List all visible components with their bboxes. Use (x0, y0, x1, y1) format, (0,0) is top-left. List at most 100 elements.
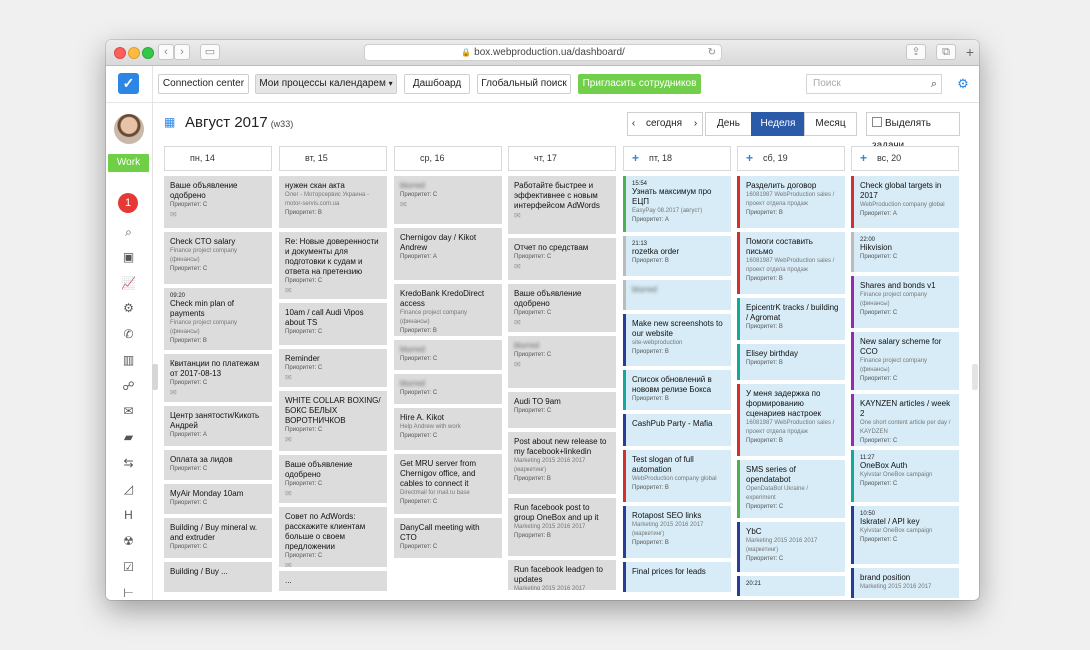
triangle-icon[interactable]: ◿ (118, 479, 139, 499)
task-card[interactable]: Reminder Приоритет: C ✉ (279, 349, 387, 387)
prev-week-button[interactable]: ‹ (627, 112, 639, 136)
task-card[interactable]: Ваше объявление одобрено Приоритет: C ✉ (508, 284, 616, 332)
task-card[interactable]: Make new screenshots to our website site-… (623, 314, 731, 366)
tabs-icon[interactable]: ⧉ (936, 44, 956, 60)
task-card[interactable]: MyAir Monday 10am Приоритет: C (164, 484, 272, 514)
reload-icon[interactable]: ↻ (708, 45, 716, 61)
task-card[interactable]: Check CTO salary Finance project company … (164, 232, 272, 284)
task-card[interactable]: blurred Приоритет: C (394, 340, 502, 370)
week-view-button[interactable]: Неделя (751, 112, 805, 136)
task-card[interactable]: Hire A. Kikot Help Andrew with work Приори… (394, 408, 502, 450)
task-card[interactable]: WHITE COLLAR BOXING/ БОКС БЕЛЫХ ВОРОТНИЧ… (279, 391, 387, 451)
connection-center-button[interactable]: Connection center (158, 74, 249, 94)
task-card[interactable]: CashPub Party - Mafia (623, 414, 731, 446)
task-card[interactable]: Re: Новые доверенности и документы для п… (279, 232, 387, 299)
share-icon[interactable]: ⇪ (906, 44, 926, 60)
task-card[interactable]: Run facebook leadgen to updates Marketing… (508, 560, 616, 590)
task-card[interactable]: ... (279, 571, 387, 591)
task-card[interactable]: YbC Marketing 2015 2016 2017 (маркетинг) П… (737, 522, 845, 572)
task-card[interactable]: Post about new release to my facebook+li… (508, 432, 616, 494)
task-card[interactable]: Check global targets in 2017 WebProductio… (851, 176, 959, 228)
task-card[interactable]: KAYNZEN articles / week 2 One short conte… (851, 394, 959, 446)
calendar-box-icon[interactable]: ▣ (118, 247, 139, 267)
task-card[interactable]: Работайте быстрее и эффективнее с новым … (508, 176, 616, 234)
task-card[interactable]: Final prices for leads (623, 562, 731, 592)
global-search-button[interactable]: Глобальный поиск (477, 74, 571, 94)
search-icon[interactable]: ⌕ (931, 75, 937, 93)
barcode-icon[interactable]: ▥ (118, 350, 139, 370)
minimize-window-button[interactable] (128, 47, 140, 59)
back-button[interactable]: ‹ (158, 44, 174, 60)
app-logo-check-icon[interactable]: ✓ (118, 73, 139, 94)
avatar[interactable] (114, 114, 144, 144)
task-card[interactable]: Совет по AdWords: расскажите клиентам бо… (279, 507, 387, 567)
task-card[interactable]: Помоги составить письмо 16081987 WebProdu… (737, 232, 845, 294)
checkbox-icon[interactable]: ☑ (118, 557, 139, 577)
task-card[interactable]: Список обновлений в нововм релизе Бокса П… (623, 370, 731, 410)
task-card[interactable]: blurred (623, 280, 731, 310)
task-card[interactable]: Run facebook post to group OneBox and up… (508, 498, 616, 556)
user-settings-icon[interactable]: ☍ (118, 376, 139, 396)
mail-icon[interactable]: ✉ (118, 401, 139, 421)
transfer-icon[interactable]: ⇆ (118, 453, 139, 473)
task-card[interactable]: Разделить договор 16081987 WebProduction … (737, 176, 845, 228)
task-card[interactable]: Отчет по средствам Приоритет: C ✉ (508, 238, 616, 280)
task-card[interactable]: blurred Приоритет: C ✉ (394, 176, 502, 224)
forward-button[interactable]: › (174, 44, 190, 60)
right-scroll-handle[interactable] (972, 364, 978, 390)
search-icon[interactable]: ⌕ (118, 222, 139, 242)
phone-icon[interactable]: ✆ (118, 324, 139, 344)
task-card[interactable]: blurred Приоритет: C (394, 374, 502, 404)
task-card[interactable]: Ваше объявление одобрено Приоритет: C ✉ (279, 455, 387, 503)
left-scroll-handle[interactable] (152, 364, 158, 390)
sidebar-toggle-icon[interactable]: ▭ (200, 44, 220, 60)
task-card[interactable]: New salary scheme for CCO Finance project… (851, 332, 959, 390)
task-card[interactable]: 10:50 Iskratel / API key Kyivstar OneBox c… (851, 506, 959, 564)
gear-icon[interactable]: ⚙ (118, 298, 139, 318)
chart-icon[interactable]: 📈 (118, 273, 139, 293)
day-view-button[interactable]: День (705, 112, 752, 136)
task-card[interactable]: Audi TO 9am Приоритет: C (508, 392, 616, 428)
task-card[interactable]: DanyCall meeting with CTO Приоритет: C (394, 518, 502, 558)
highlight-checkbox[interactable] (872, 117, 882, 127)
task-card[interactable]: Elisey birthday Приоритет: B (737, 344, 845, 380)
task-card[interactable]: brand position Marketing 2015 2016 2017 (851, 568, 959, 598)
month-view-button[interactable]: Месяц (804, 112, 857, 136)
add-task-plus-icon[interactable]: + (632, 147, 639, 170)
h-icon[interactable]: H (118, 505, 139, 525)
timeline-icon[interactable]: ⊢ (118, 583, 139, 600)
task-card[interactable]: 22:00 Hikvision Приоритет: C (851, 232, 959, 272)
task-card[interactable]: 11:27 OneBox Auth Kyivstar OneBox campaign… (851, 450, 959, 502)
task-card[interactable]: 21:13 rozetka order Приоритет: B (623, 236, 731, 276)
next-week-button[interactable]: › (689, 112, 703, 136)
task-card[interactable]: Shares and bonds v1 Finance project compa… (851, 276, 959, 328)
task-card[interactable]: 20:21 (737, 576, 845, 596)
task-card[interactable]: 09:20 Check min plan of payments Finance p… (164, 288, 272, 350)
task-card[interactable]: У меня задержка по формированию сценарие… (737, 384, 845, 456)
add-task-plus-icon[interactable]: + (746, 147, 753, 170)
notification-badge[interactable]: 1 (118, 193, 138, 213)
task-card[interactable]: Building / Buy ... (164, 562, 272, 592)
task-card[interactable]: EpicentrK tracks / building / Agromat При… (737, 298, 845, 340)
zoom-window-button[interactable] (142, 47, 154, 59)
radiation-icon[interactable]: ☢ (118, 531, 139, 551)
settings-gear-icon[interactable]: ⚙ (954, 74, 972, 94)
task-card[interactable]: Оплата за лидов Приоритет: C (164, 450, 272, 480)
task-card[interactable]: 10am / call Audi Vipos about TS Приоритет… (279, 303, 387, 345)
task-card[interactable]: Rotapost SEO links Marketing 2015 2016 20… (623, 506, 731, 558)
task-card[interactable]: Get MRU server from Chernigov office, an… (394, 454, 502, 514)
invite-employees-button[interactable]: Пригласить сотрудников (578, 74, 701, 94)
task-card[interactable]: Квитанции по платежам от 2017-08-13 Приор… (164, 354, 272, 402)
task-card[interactable]: нужен скан акта Олег - Моторсервис Украин… (279, 176, 387, 228)
work-button[interactable]: Work (108, 154, 149, 172)
add-task-plus-icon[interactable]: + (860, 147, 867, 170)
chat-icon[interactable]: ▰ (118, 427, 139, 447)
task-card[interactable]: Ваше объявление одобрено Приоритет: C ✉ (164, 176, 272, 228)
new-tab-icon[interactable]: + (963, 45, 977, 60)
address-bar[interactable]: 🔒 box.webproduction.ua/dashboard/ ↻ (364, 44, 722, 61)
task-card[interactable]: Building / Buy mineral w. and extruder Пр… (164, 518, 272, 558)
highlight-tasks-toggle[interactable]: Выделять задачи (866, 112, 960, 151)
task-card[interactable]: 15:54 Узнать максимум про ЕЦП EasyPay 08.2… (623, 176, 731, 232)
task-card[interactable]: SMS series of opendatabot OpenDataBot Ukr… (737, 460, 845, 518)
close-window-button[interactable] (114, 47, 126, 59)
